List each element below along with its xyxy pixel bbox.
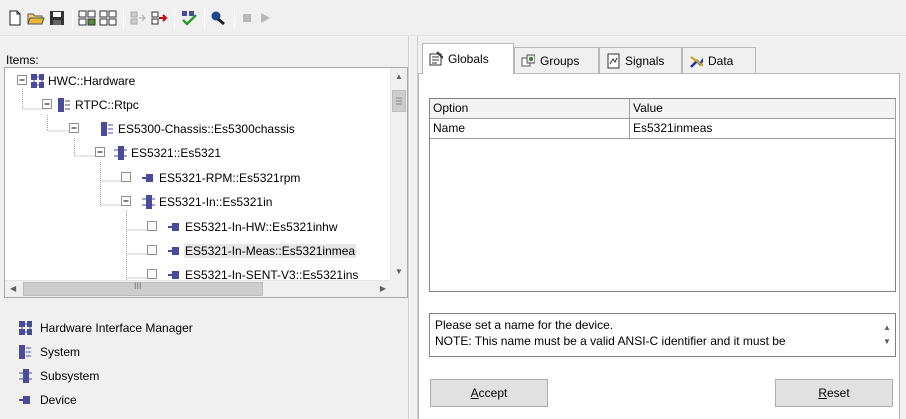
- icon-legend: Hardware Interface Manager System Subsyste…: [18, 316, 193, 412]
- column-header-option[interactable]: Option: [430, 99, 630, 119]
- item-checkbox[interactable]: [147, 269, 158, 280]
- description-box[interactable]: Please set a name for the device. NOTE: …: [429, 313, 896, 357]
- item-checkbox[interactable]: [147, 245, 158, 256]
- table-row: Name Es5321inmeas: [430, 119, 896, 139]
- items-label: Items:: [6, 53, 39, 67]
- play-icon[interactable]: [256, 9, 274, 27]
- options-grid: Option Value Name Es5321inmeas: [429, 98, 896, 292]
- tree-item-label: ES5321-RPM::Es5321rpm: [159, 171, 301, 185]
- legend-item: Hardware Interface Manager: [18, 316, 193, 340]
- tab-label: Globals: [448, 52, 489, 66]
- open-folder-icon[interactable]: [27, 9, 45, 27]
- accept-label: Accept: [470, 386, 508, 400]
- device-icon: [167, 220, 181, 234]
- hardware-icon: [18, 321, 32, 335]
- data-icon: [689, 54, 703, 68]
- device-icon: [141, 171, 155, 185]
- scroll-up-arrow-icon[interactable]: ▲: [395, 72, 403, 81]
- scroll-down-arrow-icon[interactable]: ▼: [883, 334, 891, 350]
- tree-item[interactable]: HWC::Hardware: [30, 72, 136, 90]
- groups-icon: [521, 54, 535, 68]
- tree-item-label: ES5321-In-Meas::Es5321inmea: [184, 244, 357, 258]
- scroll-grip: III: [134, 281, 142, 291]
- tree-item[interactable]: ES5321-RPM::Es5321rpm: [141, 169, 301, 187]
- collapse-toggle-icon[interactable]: [17, 75, 28, 86]
- scroll-corner: [390, 280, 407, 297]
- insert-subitem-icon[interactable]: [99, 9, 117, 27]
- column-header-value[interactable]: Value: [630, 99, 896, 119]
- legend-item: Subsystem: [18, 364, 193, 388]
- legend-label: Subsystem: [40, 369, 100, 383]
- tree-item-label: ES5321-In::Es5321in: [159, 195, 273, 209]
- move-item-disabled-icon[interactable]: [129, 9, 147, 27]
- tab-signals[interactable]: Signals: [599, 47, 682, 73]
- tree-item-label: RTPC::Rtpc: [75, 98, 139, 112]
- tree-item-label: ES5321-In-HW::Es5321inhw: [185, 220, 338, 234]
- collapse-toggle-icon[interactable]: [95, 147, 106, 158]
- search-icon[interactable]: [210, 9, 228, 27]
- check-configuration-icon[interactable]: [180, 9, 198, 27]
- tree-item[interactable]: ES5321::Es5321: [113, 144, 222, 162]
- horizontal-scroll-thumb[interactable]: III: [23, 281, 263, 296]
- tree-item-label: ES5300-Chassis::Es5300chassis: [118, 122, 295, 136]
- tree-item-label: ES5321::Es5321: [131, 146, 222, 160]
- reset-button[interactable]: Reset: [775, 379, 893, 407]
- option-cell[interactable]: Name: [430, 119, 630, 139]
- insert-hardware-icon[interactable]: [78, 9, 96, 27]
- toolbar: [0, 0, 906, 36]
- scroll-down-arrow-icon[interactable]: ▼: [395, 267, 403, 276]
- description-scrollbar[interactable]: ▲ ▼: [878, 314, 895, 356]
- move-item-icon[interactable]: [150, 9, 168, 27]
- tree-item[interactable]: RTPC::Rtpc: [57, 96, 140, 114]
- value-cell[interactable]: Es5321inmeas: [630, 119, 896, 139]
- subsystem-icon: [113, 146, 127, 160]
- signals-icon: [606, 53, 620, 68]
- legend-label: Hardware Interface Manager: [40, 321, 193, 335]
- items-tree[interactable]: HWC::HardwareRTPC::RtpcES5300-Chassis::E…: [4, 67, 408, 298]
- tab-groups[interactable]: Groups: [514, 47, 599, 73]
- tab-globals[interactable]: Globals: [422, 43, 514, 74]
- tab-data[interactable]: Data: [682, 47, 756, 73]
- reset-label: Reset: [818, 386, 850, 400]
- item-checkbox[interactable]: [121, 172, 132, 183]
- scroll-right-arrow-icon[interactable]: ▶: [380, 284, 386, 293]
- device-icon: [18, 393, 32, 407]
- legend-label: System: [40, 345, 81, 359]
- tree-item[interactable]: ES5321-In-HW::Es5321inhw: [167, 218, 339, 236]
- tree-item-label: HWC::Hardware: [48, 74, 136, 88]
- item-checkbox[interactable]: [147, 221, 158, 232]
- tab-label: Groups: [540, 53, 580, 68]
- tab-label: Data: [708, 53, 734, 68]
- collapse-toggle-icon[interactable]: [121, 196, 132, 207]
- stop-icon[interactable]: [238, 9, 256, 27]
- legend-item: System: [18, 340, 193, 364]
- tree-vertical-scrollbar[interactable]: ▲ ▼: [390, 68, 407, 280]
- scroll-left-arrow-icon[interactable]: ◀: [10, 284, 16, 293]
- hardware-icon: [30, 74, 44, 88]
- subsystem-icon: [141, 195, 155, 209]
- system-icon: [100, 122, 114, 136]
- new-document-icon[interactable]: [6, 9, 24, 27]
- collapse-toggle-icon[interactable]: [42, 99, 53, 110]
- subsystem-icon: [18, 369, 32, 383]
- tree-item[interactable]: ES5321-In-Meas::Es5321inmea: [167, 242, 357, 260]
- grid-header-row: Option Value: [430, 99, 896, 119]
- legend-label: Device: [40, 393, 77, 407]
- description-line: Please set a name for the device.: [435, 318, 614, 332]
- system-icon: [18, 345, 32, 359]
- description-line: NOTE: This name must be a valid ANSI-C i…: [435, 334, 786, 348]
- tree-item[interactable]: ES5300-Chassis::Es5300chassis: [100, 120, 296, 138]
- save-icon[interactable]: [48, 9, 66, 27]
- system-icon: [57, 98, 71, 112]
- tab-label: Signals: [625, 53, 665, 68]
- vertical-scroll-thumb[interactable]: [392, 90, 406, 112]
- accept-button[interactable]: Accept: [430, 379, 548, 407]
- tree-horizontal-scrollbar[interactable]: ◀ III ▶: [5, 280, 391, 297]
- tree-item[interactable]: ES5321-In::Es5321in: [141, 193, 273, 211]
- collapse-toggle-icon[interactable]: [69, 123, 80, 134]
- device-icon: [167, 244, 181, 258]
- pane-splitter[interactable]: [408, 36, 418, 419]
- legend-item: Device: [18, 388, 193, 412]
- globals-icon: [429, 51, 443, 66]
